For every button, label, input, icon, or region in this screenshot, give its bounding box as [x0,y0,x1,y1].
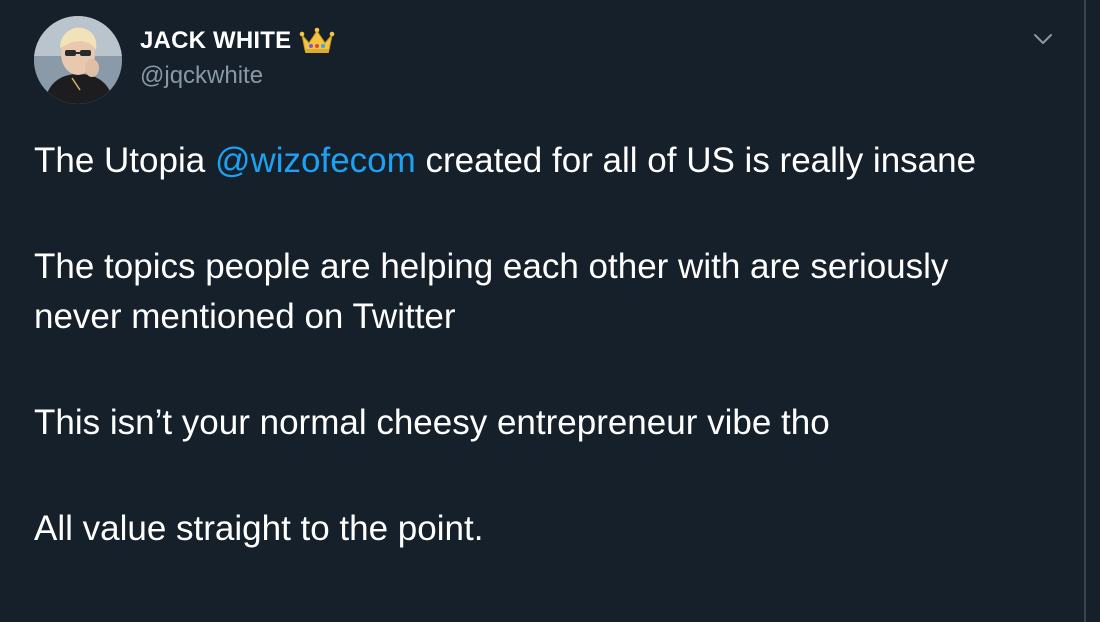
tweet-paragraph-1: The Utopia @wizofecom created for all of… [34,136,1044,186]
handle[interactable]: @jqckwhite [140,62,335,90]
tweet-text-segment: created for all of US is really insane [415,141,977,180]
author-names: JACK WHITE @jqckwhite [140,26,335,90]
avatar[interactable] [34,16,122,104]
tweet-paragraph-4: All value straight to the point. [34,509,484,548]
display-name[interactable]: JACK WHITE [140,27,291,55]
chevron-down-icon[interactable] [1032,28,1054,50]
crown-icon [299,27,335,55]
display-name-row: JACK WHITE [140,26,335,56]
tweet-header: JACK WHITE @jqckwhite [34,16,1064,106]
tweet-text: The Utopia @wizofecom created for all of… [34,136,1044,554]
tweet-paragraph-3: This isn’t your normal cheesy entreprene… [34,403,830,442]
tweet-paragraph-2: The topics people are helping each other… [34,247,949,336]
avatar-photo [34,16,122,104]
tweet-card: JACK WHITE @jqckwhite The Utopia @wizofe… [0,0,1086,622]
mention-link[interactable]: @wizofecom [215,141,416,180]
tweet-text-segment: The Utopia [34,141,215,180]
